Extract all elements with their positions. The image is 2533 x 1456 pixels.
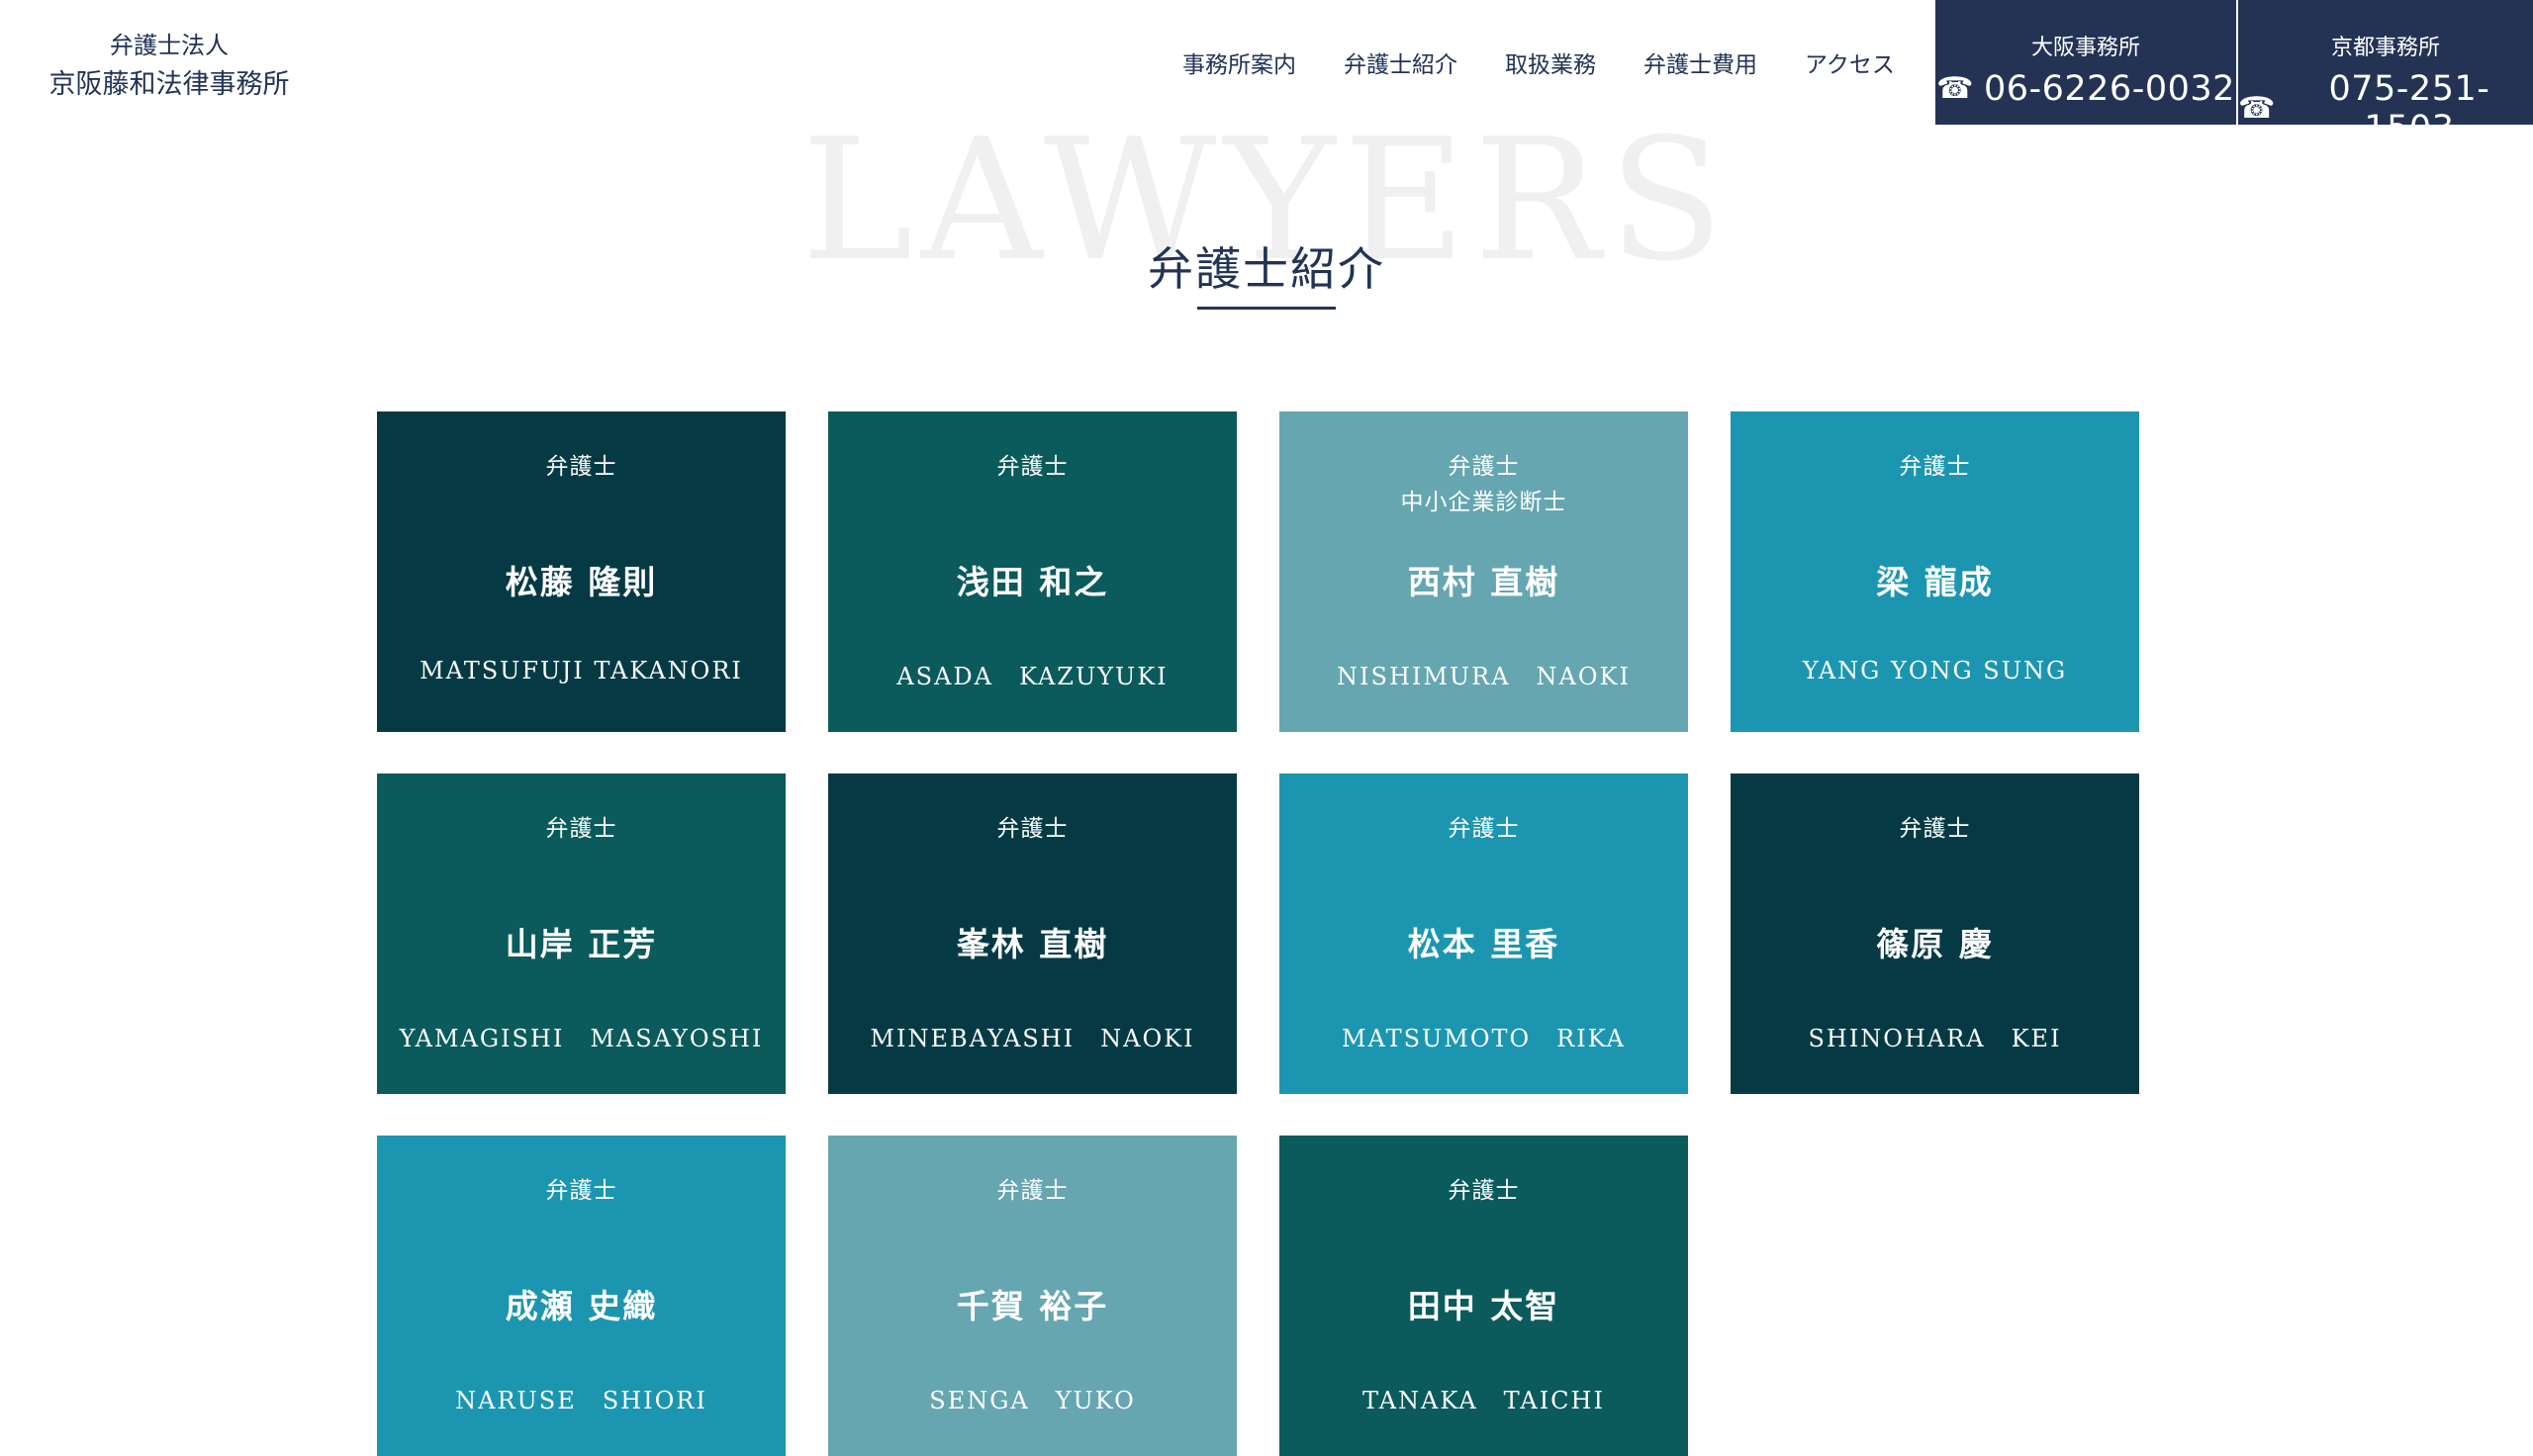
lawyer-name-jp: 梁 龍成: [1876, 563, 1994, 601]
lawyer-name-en: NISHIMURA NAOKI: [1337, 663, 1631, 690]
office-osaka-number: 06-6226-0032: [1983, 69, 2235, 109]
lawyer-card[interactable]: 弁護士 成瀬 史織 NARUSE SHIORI: [377, 1136, 786, 1456]
lawyer-name-en: MATSUMOTO RIKA: [1341, 1025, 1627, 1052]
nav-item-practice[interactable]: 取扱業務: [1505, 46, 1596, 79]
nav-item-office[interactable]: 事務所案内: [1182, 46, 1296, 79]
lawyer-name-jp: 松藤 隆則: [505, 563, 658, 601]
lawyer-card[interactable]: 弁護士 浅田 和之 ASADA KAZUYUKI: [828, 411, 1237, 732]
lawyer-name-en: SHINOHARA KEI: [1808, 1025, 2062, 1052]
nav-item-fees[interactable]: 弁護士費用: [1643, 46, 1757, 79]
lawyer-title: 弁護士: [1448, 454, 1520, 480]
heading-underline: [1197, 307, 1336, 310]
lawyer-title: 弁護士: [996, 1178, 1069, 1204]
logo-subtitle: 弁護士法人: [110, 32, 229, 59]
lawyer-name-jp: 西村 直樹: [1407, 563, 1560, 601]
nav-item-access[interactable]: アクセス: [1805, 46, 1895, 79]
lawyer-card[interactable]: 弁護士 田中 太智 TANAKA TAICHI: [1279, 1136, 1688, 1456]
lawyer-name-en: MINEBAYASHI NAOKI: [870, 1025, 1195, 1052]
lawyer-title: 弁護士: [996, 454, 1069, 480]
lawyer-card[interactable]: 弁護士 梁 龍成 YANG YONG SUNG: [1731, 411, 2139, 732]
lawyer-card[interactable]: 弁護士 山岸 正芳 YAMAGISHI MASAYOSHI: [377, 774, 786, 1094]
nav-item-lawyers[interactable]: 弁護士紹介: [1344, 46, 1457, 79]
lawyer-name-jp: 成瀬 史織: [505, 1287, 658, 1325]
lawyer-card[interactable]: 弁護士 篠原 慶 SHINOHARA KEI: [1731, 774, 2139, 1094]
lawyer-name-en: MATSUFUJI TAKANORI: [420, 657, 743, 684]
phone-icon: ☎: [1936, 71, 1974, 106]
office-kyoto-contact[interactable]: 京都事務所 ☎ 075-251-1503: [2238, 0, 2533, 148]
lawyer-name-en: YAMAGISHI MASAYOSHI: [399, 1025, 764, 1052]
lawyer-name-en: TANAKA TAICHI: [1362, 1387, 1605, 1414]
lawyer-card[interactable]: 弁護士 峯林 直樹 MINEBAYASHI NAOKI: [828, 774, 1237, 1094]
lawyer-name-en: SENGA YUKO: [929, 1387, 1136, 1414]
lawyer-title: 弁護士: [545, 1178, 617, 1204]
office-kyoto-label: 京都事務所: [2330, 36, 2440, 60]
lawyer-name-en: NARUSE SHIORI: [455, 1387, 707, 1414]
lawyer-card[interactable]: 弁護士 中小企業診断士 西村 直樹 NISHIMURA NAOKI: [1279, 411, 1688, 732]
office-osaka-phone[interactable]: ☎ 06-6226-0032: [1935, 69, 2236, 109]
page-title: 弁護士紹介: [1148, 242, 1385, 296]
lawyer-title: 弁護士: [545, 454, 617, 480]
lawyer-card[interactable]: 弁護士 松本 里香 MATSUMOTO RIKA: [1279, 774, 1688, 1094]
office-osaka-contact[interactable]: 大阪事務所 ☎ 06-6226-0032: [1935, 0, 2236, 125]
lawyer-card[interactable]: 弁護士 松藤 隆則 MATSUFUJI TAKANORI: [377, 411, 786, 732]
lawyer-grid: 弁護士 松藤 隆則 MATSUFUJI TAKANORI 弁護士 浅田 和之 A…: [377, 411, 2142, 1456]
lawyer-name-jp: 千賀 裕子: [956, 1287, 1109, 1325]
lawyer-name-jp: 峯林 直樹: [956, 925, 1109, 963]
lawyer-name-jp: 田中 太智: [1407, 1287, 1560, 1325]
lawyer-title: 弁護士: [1448, 1178, 1520, 1204]
lawyer-name-jp: 松本 里香: [1407, 925, 1560, 963]
logo-title: 京阪藤和法律事務所: [48, 69, 290, 101]
site-logo[interactable]: 弁護士法人 京阪藤和法律事務所: [46, 28, 293, 106]
lawyer-card[interactable]: 弁護士 千賀 裕子 SENGA YUKO: [828, 1136, 1237, 1456]
lawyer-title-secondary: 中小企業診断士: [1400, 490, 1567, 515]
lawyer-name-en: ASADA KAZUYUKI: [896, 663, 1169, 690]
lawyer-title: 弁護士: [1899, 816, 1971, 842]
office-osaka-label: 大阪事務所: [2030, 36, 2140, 60]
lawyer-title: 弁護士: [1899, 454, 1971, 480]
lawyer-title: 弁護士: [545, 816, 617, 842]
lawyer-name-en: YANG YONG SUNG: [1802, 657, 2068, 684]
lawyer-name-jp: 山岸 正芳: [505, 925, 658, 963]
lawyer-name-jp: 篠原 慶: [1876, 925, 1994, 963]
main-nav: 事務所案内 弁護士紹介 取扱業務 弁護士費用 アクセス: [1182, 46, 1895, 79]
lawyer-title: 弁護士: [1448, 816, 1520, 842]
lawyer-title: 弁護士: [996, 816, 1069, 842]
lawyer-name-jp: 浅田 和之: [956, 563, 1109, 601]
